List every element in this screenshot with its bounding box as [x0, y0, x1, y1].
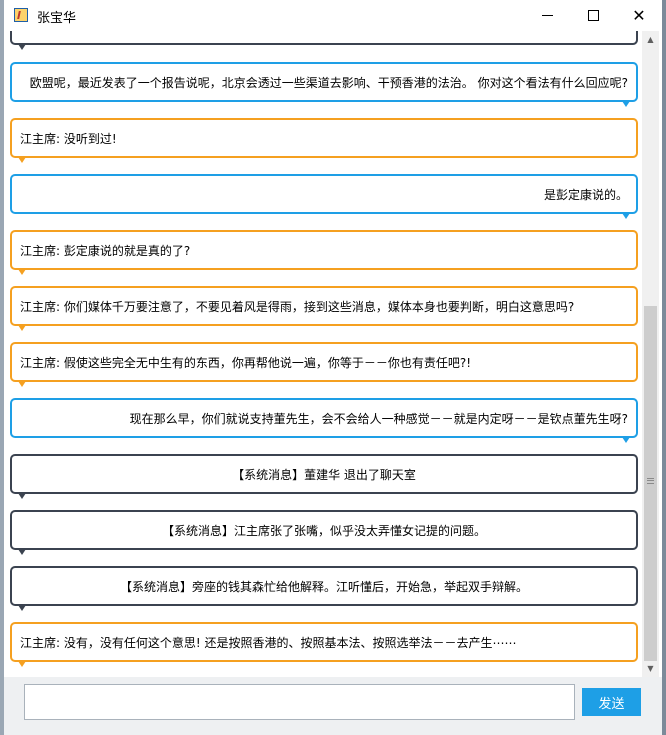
chat-message-area[interactable]: 欧盟呢，最近发表了一个报告说呢，北京会透过一些渠道去影响、干预香港的法治。 你对…: [4, 31, 642, 677]
window-title: 张宝华: [37, 11, 77, 26]
message-bubble: [10, 31, 638, 50]
message-input[interactable]: [24, 684, 575, 720]
message-bubble: 欧盟呢，最近发表了一个报告说呢，北京会透过一些渠道去影响、干预香港的法治。 你对…: [10, 62, 638, 107]
message-text: 【系统消息】董建华 退出了聊天室: [232, 467, 416, 482]
bubble-tail: [18, 157, 26, 163]
bubble-tail: [18, 493, 26, 499]
bubble-tail: [18, 661, 26, 667]
minimize-button[interactable]: [524, 0, 570, 31]
scroll-grip: [647, 478, 654, 484]
scroll-down-arrow-icon[interactable]: ▼: [642, 660, 659, 677]
bubble-tail: [18, 549, 26, 555]
message-text: 是彭定康说的。: [543, 187, 628, 202]
bubble-tail: [18, 325, 26, 331]
maximize-icon: [587, 10, 599, 21]
message-text: 【系统消息】江主席张了张嘴，似乎没太弄懂女记提的问题。: [161, 523, 486, 538]
minimize-icon: [541, 15, 553, 16]
bubble-tail: [18, 44, 26, 50]
bubble-tail: [622, 101, 630, 107]
message-text: 江主席: 你们媒体千万要注意了，不要见着风是得雨，接到这些消息，媒体本身也要判断…: [20, 299, 575, 314]
bubble-tail: [18, 381, 26, 387]
message-bubble: 【系统消息】旁座的钱其森忙给他解释。江听懂后，开始急，举起双手辩解。: [10, 566, 638, 611]
bubble-tail: [18, 605, 26, 611]
app-icon: [14, 8, 28, 22]
title-bar[interactable]: 张宝华 ✕: [4, 0, 662, 31]
bubble-tail: [622, 437, 630, 443]
message-text: 【系统消息】旁座的钱其森忙给他解释。江听懂后，开始急，举起双手辩解。: [119, 579, 528, 594]
bubble-tail: [622, 213, 630, 219]
scroll-up-arrow-icon[interactable]: ▲: [642, 31, 659, 48]
close-icon: ✕: [632, 5, 646, 25]
message-bubble: 江主席: 彭定康说的就是真的了?: [10, 230, 638, 275]
message-text: 江主席: 没有，没有任何这个意思! 还是按照香港的、按照基本法、按照选举法－－去…: [20, 635, 517, 650]
bubble-tail: [18, 269, 26, 275]
message-bubble: 现在那么早，你们就说支持董先生，会不会给人一种感觉－－就是内定呀－－是钦点董先生…: [10, 398, 638, 443]
message-bubble: 江主席: 没听到过!: [10, 118, 638, 163]
maximize-button[interactable]: [570, 0, 616, 31]
message-text: 江主席: 彭定康说的就是真的了?: [20, 243, 191, 258]
message-text: 江主席: 没听到过!: [20, 131, 117, 146]
close-button[interactable]: ✕: [616, 0, 662, 31]
message-text: 现在那么早，你们就说支持董先生，会不会给人一种感觉－－就是内定呀－－是钦点董先生…: [129, 411, 628, 426]
scroll-thumb[interactable]: [644, 306, 657, 661]
message-bubble: 江主席: 你们媒体千万要注意了，不要见着风是得雨，接到这些消息，媒体本身也要判断…: [10, 286, 638, 331]
window-right-border: [662, 0, 666, 735]
message-bubble: 【系统消息】董建华 退出了聊天室: [10, 454, 638, 499]
message-text: 江主席: 假使这些完全无中生有的东西，你再帮他说一遍，你等于－－你也有责任吧?!: [20, 355, 472, 370]
vertical-scrollbar[interactable]: ▲ ▼: [642, 31, 659, 677]
message-bubble: 【系统消息】江主席张了张嘴，似乎没太弄懂女记提的问题。: [10, 510, 638, 555]
message-bubble: 江主席: 假使这些完全无中生有的东西，你再帮他说一遍，你等于－－你也有责任吧?!: [10, 342, 638, 387]
message-text: 欧盟呢，最近发表了一个报告说呢，北京会透过一些渠道去影响、干预香港的法治。 你对…: [29, 75, 628, 90]
message-bubble: 江主席: 没有，没有任何这个意思! 还是按照香港的、按照基本法、按照选举法－－去…: [10, 622, 638, 667]
send-button[interactable]: 发送: [582, 688, 641, 716]
message-bubble: 是彭定康说的。: [10, 174, 638, 219]
input-panel: 发送: [4, 677, 662, 735]
